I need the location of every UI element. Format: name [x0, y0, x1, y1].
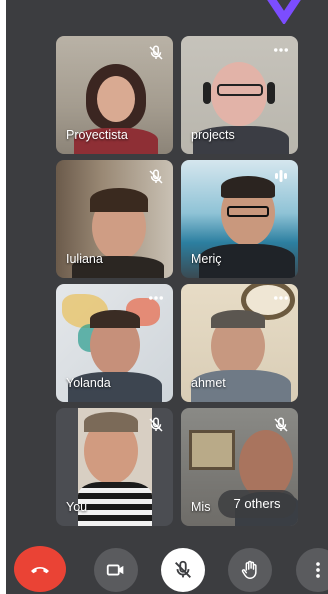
participant-tile[interactable]: projects: [181, 36, 298, 154]
mic-toggle-button[interactable]: [161, 548, 205, 592]
participant-name: You: [66, 500, 88, 514]
mic-off-icon: [175, 560, 191, 578]
participant-name: Iuliana: [66, 252, 103, 266]
camera-icon: [106, 564, 124, 576]
raise-hand-icon: [241, 560, 257, 579]
speaking-indicator-icon: [275, 170, 287, 182]
participant-name: ahmet: [191, 376, 226, 390]
mic-off-icon: [149, 417, 163, 432]
participant-tile[interactable]: ahmet: [181, 284, 298, 402]
participant-name: Mis: [191, 500, 211, 514]
camera-toggle-button[interactable]: [94, 548, 138, 592]
participant-tile[interactable]: Yolanda: [56, 284, 173, 402]
more-vert-icon: [316, 562, 320, 578]
mic-off-icon: [274, 417, 288, 432]
more-options-button[interactable]: [296, 548, 328, 592]
participant-tile[interactable]: Iuliana: [56, 160, 173, 278]
end-call-button[interactable]: [14, 546, 66, 592]
participant-name: Proyectista: [66, 128, 128, 142]
participant-tile[interactable]: Meriç: [181, 160, 298, 278]
mic-off-icon: [149, 169, 163, 184]
mic-off-icon: [149, 45, 163, 60]
others-count-chip[interactable]: 7 others: [218, 490, 296, 518]
end-call-icon: [31, 567, 49, 574]
app-accent-icon: [267, 0, 301, 24]
participant-name: projects: [191, 128, 235, 142]
participant-tile[interactable]: Proyectista: [56, 36, 173, 154]
participant-name: Yolanda: [66, 376, 111, 390]
raise-hand-button[interactable]: [228, 548, 272, 592]
more-options-icon[interactable]: [272, 44, 290, 56]
participant-tile-self[interactable]: You: [56, 408, 173, 526]
more-options-icon[interactable]: [272, 292, 290, 304]
more-options-icon[interactable]: [147, 292, 165, 304]
participant-name: Meriç: [191, 252, 222, 266]
call-controls-bar: [6, 540, 328, 594]
meet-call-screen: Proyectista projects Iuliana Meriç Yolan…: [6, 0, 328, 594]
